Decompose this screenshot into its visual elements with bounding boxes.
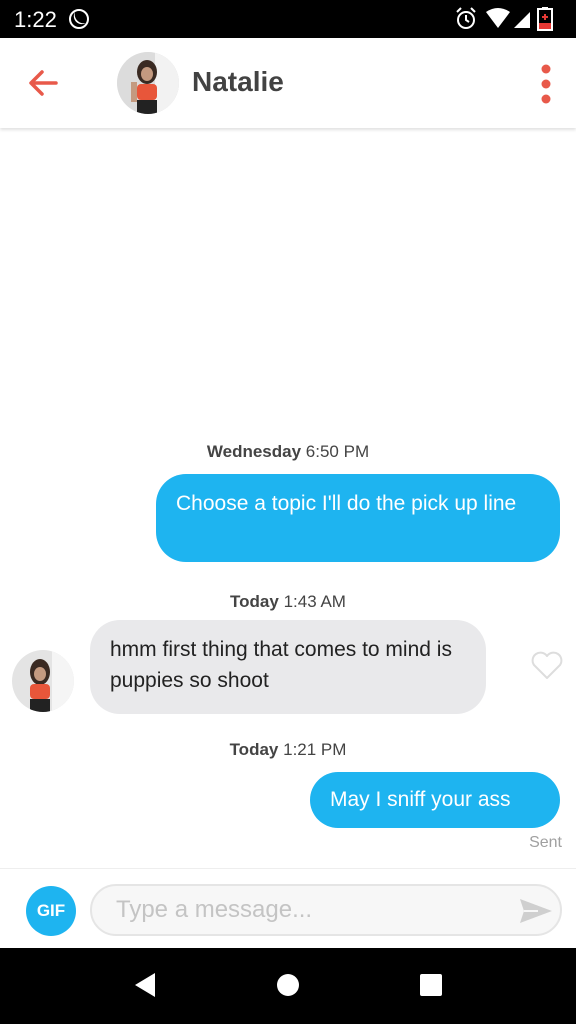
nav-home-icon[interactable] bbox=[277, 974, 299, 996]
back-arrow-icon[interactable] bbox=[22, 65, 62, 101]
message-timestamp: Wednesday 6:50 PM bbox=[0, 442, 576, 462]
nav-recents-icon[interactable] bbox=[420, 974, 442, 996]
status-time: 1:22 bbox=[14, 7, 57, 32]
timestamp-time: 1:21 PM bbox=[283, 740, 347, 759]
sent-message-bubble[interactable]: Choose a topic I'll do the pick up line bbox=[156, 474, 560, 562]
status-bar: 1:22 bbox=[0, 0, 576, 38]
more-options-icon[interactable] bbox=[534, 62, 558, 106]
do-not-disturb-icon bbox=[68, 8, 90, 30]
contact-avatar[interactable] bbox=[117, 52, 179, 114]
wifi-icon bbox=[486, 8, 510, 28]
timestamp-day: Today bbox=[229, 740, 279, 759]
gif-button[interactable]: GIF bbox=[26, 886, 76, 936]
received-message-bubble[interactable]: hmm first thing that comes to mind is pu… bbox=[90, 620, 486, 714]
signal-icon bbox=[514, 12, 530, 28]
timestamp-time: 1:43 AM bbox=[283, 592, 346, 611]
chat-header: Natalie bbox=[0, 38, 576, 128]
contact-avatar-small[interactable] bbox=[12, 650, 74, 712]
status-icons bbox=[454, 6, 564, 32]
message-list: Wednesday 6:50 PM Choose a topic I'll do… bbox=[0, 128, 576, 868]
send-icon[interactable] bbox=[518, 896, 554, 926]
message-timestamp: Today 1:21 PM bbox=[0, 740, 576, 760]
timestamp-day: Today bbox=[230, 592, 279, 611]
contact-name[interactable]: Natalie bbox=[192, 66, 284, 98]
nav-back-icon[interactable] bbox=[133, 971, 157, 999]
delivery-status: Sent bbox=[529, 834, 562, 851]
message-composer: GIF Type a message... bbox=[0, 868, 576, 949]
message-input[interactable]: Type a message... bbox=[90, 884, 562, 936]
alarm-icon bbox=[456, 7, 476, 29]
timestamp-time: 6:50 PM bbox=[305, 442, 370, 461]
heart-icon[interactable] bbox=[530, 648, 564, 682]
sent-message-bubble[interactable]: May I sniff your ass bbox=[310, 772, 560, 828]
message-timestamp: Today 1:43 AM bbox=[0, 592, 576, 612]
timestamp-day: Wednesday bbox=[206, 442, 302, 461]
battery-icon bbox=[537, 7, 553, 31]
